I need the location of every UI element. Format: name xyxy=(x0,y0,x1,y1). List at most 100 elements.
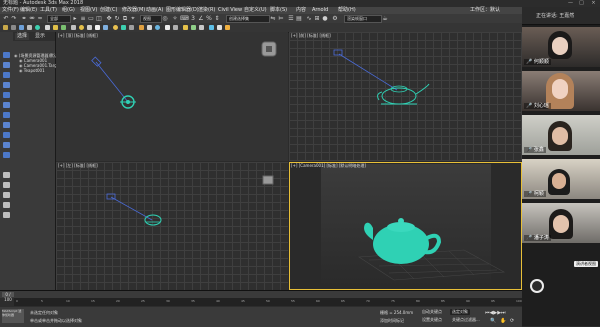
ribbon-icon-12[interactable] xyxy=(95,25,100,30)
participant-tile[interactable]: 🎤 张鑫 xyxy=(522,115,600,155)
orbit-icon[interactable]: ⟳ xyxy=(510,318,514,324)
pivot-center-icon[interactable]: ◎ xyxy=(162,16,168,22)
viewport-top[interactable]: [+] [顶] [标准] [线框] xyxy=(56,32,288,161)
ribbon-icon-10[interactable] xyxy=(79,25,84,30)
add-time-tag[interactable]: 添加时间标记 xyxy=(380,318,404,324)
key-filters-button[interactable]: 关键点过滤器... xyxy=(450,317,482,323)
placement-icon[interactable]: ⌖ xyxy=(130,16,136,22)
time-slider[interactable]: 0 / 100 xyxy=(0,291,522,302)
move-icon[interactable]: ✥ xyxy=(106,16,112,22)
menu-animation[interactable]: 动画(A) xyxy=(146,7,163,14)
set-key-button[interactable]: 设置关键点 xyxy=(420,317,444,323)
layer-icon[interactable] xyxy=(3,172,10,178)
ribbon-icon-24[interactable] xyxy=(199,25,204,30)
sort-icon[interactable] xyxy=(3,212,10,218)
menu-help[interactable]: 帮助(H) xyxy=(338,7,356,14)
participant-tile[interactable]: 🎤 何顺顺 xyxy=(522,27,600,67)
tree-item-teapot[interactable]: ◉ Teapot001 xyxy=(19,68,45,73)
ribbon-icon-4[interactable] xyxy=(27,25,32,30)
time-slider-thumb[interactable]: 0 / 100 xyxy=(2,292,14,302)
rectangular-selection-icon[interactable]: ▭ xyxy=(88,16,94,22)
shapes-icon[interactable] xyxy=(3,122,10,128)
ribbon-icon-14[interactable] xyxy=(113,25,118,30)
ribbon-icon-19[interactable] xyxy=(155,25,160,30)
pan-icon[interactable]: ✋ xyxy=(500,318,506,324)
ribbon-icon-25[interactable] xyxy=(209,25,214,30)
maximize-button[interactable]: □ xyxy=(577,0,586,7)
link-icon[interactable]: ⚭ xyxy=(21,16,27,22)
bind-space-warp-icon[interactable]: ≈ xyxy=(37,16,43,22)
schematic-view-icon[interactable]: ⊞ xyxy=(314,16,320,22)
selection-filter-dropdown[interactable]: 全部 xyxy=(47,15,71,23)
geometry-icon[interactable] xyxy=(3,112,10,118)
ribbon-icon-8[interactable] xyxy=(61,25,66,30)
eye-icon[interactable]: ◉ xyxy=(19,68,23,73)
menu-rendering[interactable]: 渲染(R) xyxy=(198,7,215,14)
create-icon[interactable] xyxy=(3,52,10,58)
filter-icon[interactable] xyxy=(3,202,10,208)
ribbon-icon-27[interactable] xyxy=(225,25,230,30)
workspace-label[interactable]: 工作区：默认 xyxy=(470,7,500,14)
curve-editor-icon[interactable]: ∿ xyxy=(306,16,312,22)
hierarchy-icon[interactable] xyxy=(3,72,10,78)
menu-graph-editors[interactable]: 图形编辑器(D) xyxy=(166,7,199,14)
menu-scripting[interactable]: 脚本(S) xyxy=(270,7,287,14)
freeze-icon[interactable] xyxy=(3,182,10,188)
viewport-camera[interactable]: [+] [Camera001] [标准] [默认明暗处理] xyxy=(289,162,522,290)
cameras-icon[interactable] xyxy=(3,142,10,148)
ribbon-icon-26[interactable] xyxy=(217,25,222,30)
angle-snap-icon[interactable]: ∠ xyxy=(198,16,204,22)
ribbon-icon-23[interactable] xyxy=(191,25,196,30)
participant-tile[interactable]: 🎤 潘子涛 xyxy=(522,203,600,243)
ribbon-icon-1[interactable] xyxy=(3,25,8,30)
select-by-name-icon[interactable]: ≡ xyxy=(80,16,86,22)
maxscript-listener[interactable]: MAXScript 迷你侦听器 xyxy=(2,309,24,323)
ribbon-icon-21[interactable] xyxy=(173,25,178,30)
speaker-view-button[interactable]: 演讲者视图 xyxy=(574,261,598,267)
ribbon-icon-2[interactable] xyxy=(11,25,16,30)
reference-coordinate-dropdown[interactable]: 视图 xyxy=(140,15,162,23)
modify-icon[interactable] xyxy=(3,62,10,68)
display-icon[interactable] xyxy=(3,92,10,98)
lights-icon[interactable] xyxy=(3,132,10,138)
ribbon-icon-15[interactable] xyxy=(121,25,126,30)
menu-group[interactable]: 组(G) xyxy=(62,7,75,14)
toggle-ribbon-icon[interactable]: ▤ xyxy=(296,16,302,22)
viewport-left[interactable]: [+] [左] [标准] [线框] xyxy=(56,162,288,290)
named-selection-dropdown[interactable]: 创建选择集 xyxy=(226,15,270,23)
ribbon-icon-18[interactable] xyxy=(147,25,152,30)
menu-arnold[interactable]: Arnold xyxy=(312,7,328,14)
timeline[interactable]: 0 5 10 15 20 25 30 35 40 45 50 55 60 65 70 75 80 85 90 95 10… xyxy=(14,298,522,306)
ribbon-icon-13[interactable] xyxy=(103,25,108,30)
ribbon-icon-3[interactable] xyxy=(19,25,24,30)
menu-create[interactable]: 创建(C) xyxy=(100,7,117,14)
auto-key-button[interactable]: 自动关键点 xyxy=(420,309,444,315)
menu-view[interactable]: 视图(V) xyxy=(80,7,97,14)
participant-tile[interactable]: 🎤 柯颖 xyxy=(522,159,600,199)
render-setup-icon[interactable]: ⚙ xyxy=(332,16,338,22)
ribbon-icon-7[interactable] xyxy=(53,25,58,30)
align-icon[interactable]: ⊨ xyxy=(278,16,284,22)
tab-display[interactable]: 显示 xyxy=(33,33,47,40)
layer-explorer-icon[interactable]: ☰ xyxy=(288,16,294,22)
tab-select[interactable]: 选择 xyxy=(15,33,30,40)
render-production-icon[interactable]: ☕ xyxy=(382,16,388,22)
ribbon-icon-22[interactable] xyxy=(183,25,188,30)
minimize-button[interactable]: — xyxy=(566,0,575,7)
menu-tools[interactable]: 工具(T) xyxy=(40,7,57,14)
ribbon-icon-20[interactable] xyxy=(165,25,170,30)
mirror-icon[interactable]: ⇋ xyxy=(270,16,276,22)
menu-modifiers[interactable]: 修改器(M) xyxy=(122,7,145,14)
unlink-icon[interactable]: ⚮ xyxy=(29,16,35,22)
keyboard-shortcut-icon[interactable]: ⌨ xyxy=(180,16,189,22)
ribbon-icon-9[interactable] xyxy=(71,25,76,30)
redo-icon[interactable]: ↷ xyxy=(11,16,17,22)
ribbon-icon-17[interactable] xyxy=(139,25,144,30)
ribbon-icon-11[interactable] xyxy=(87,25,92,30)
close-button[interactable]: × xyxy=(589,0,598,7)
scale-icon[interactable]: ⧉ xyxy=(122,16,128,22)
snap-toggle-icon[interactable]: 3 xyxy=(190,16,196,22)
ribbon-icon-16[interactable] xyxy=(129,25,134,30)
menu-file[interactable]: 文件(F) xyxy=(2,7,19,14)
spinner-snap-icon[interactable]: ⇕ xyxy=(214,16,220,22)
